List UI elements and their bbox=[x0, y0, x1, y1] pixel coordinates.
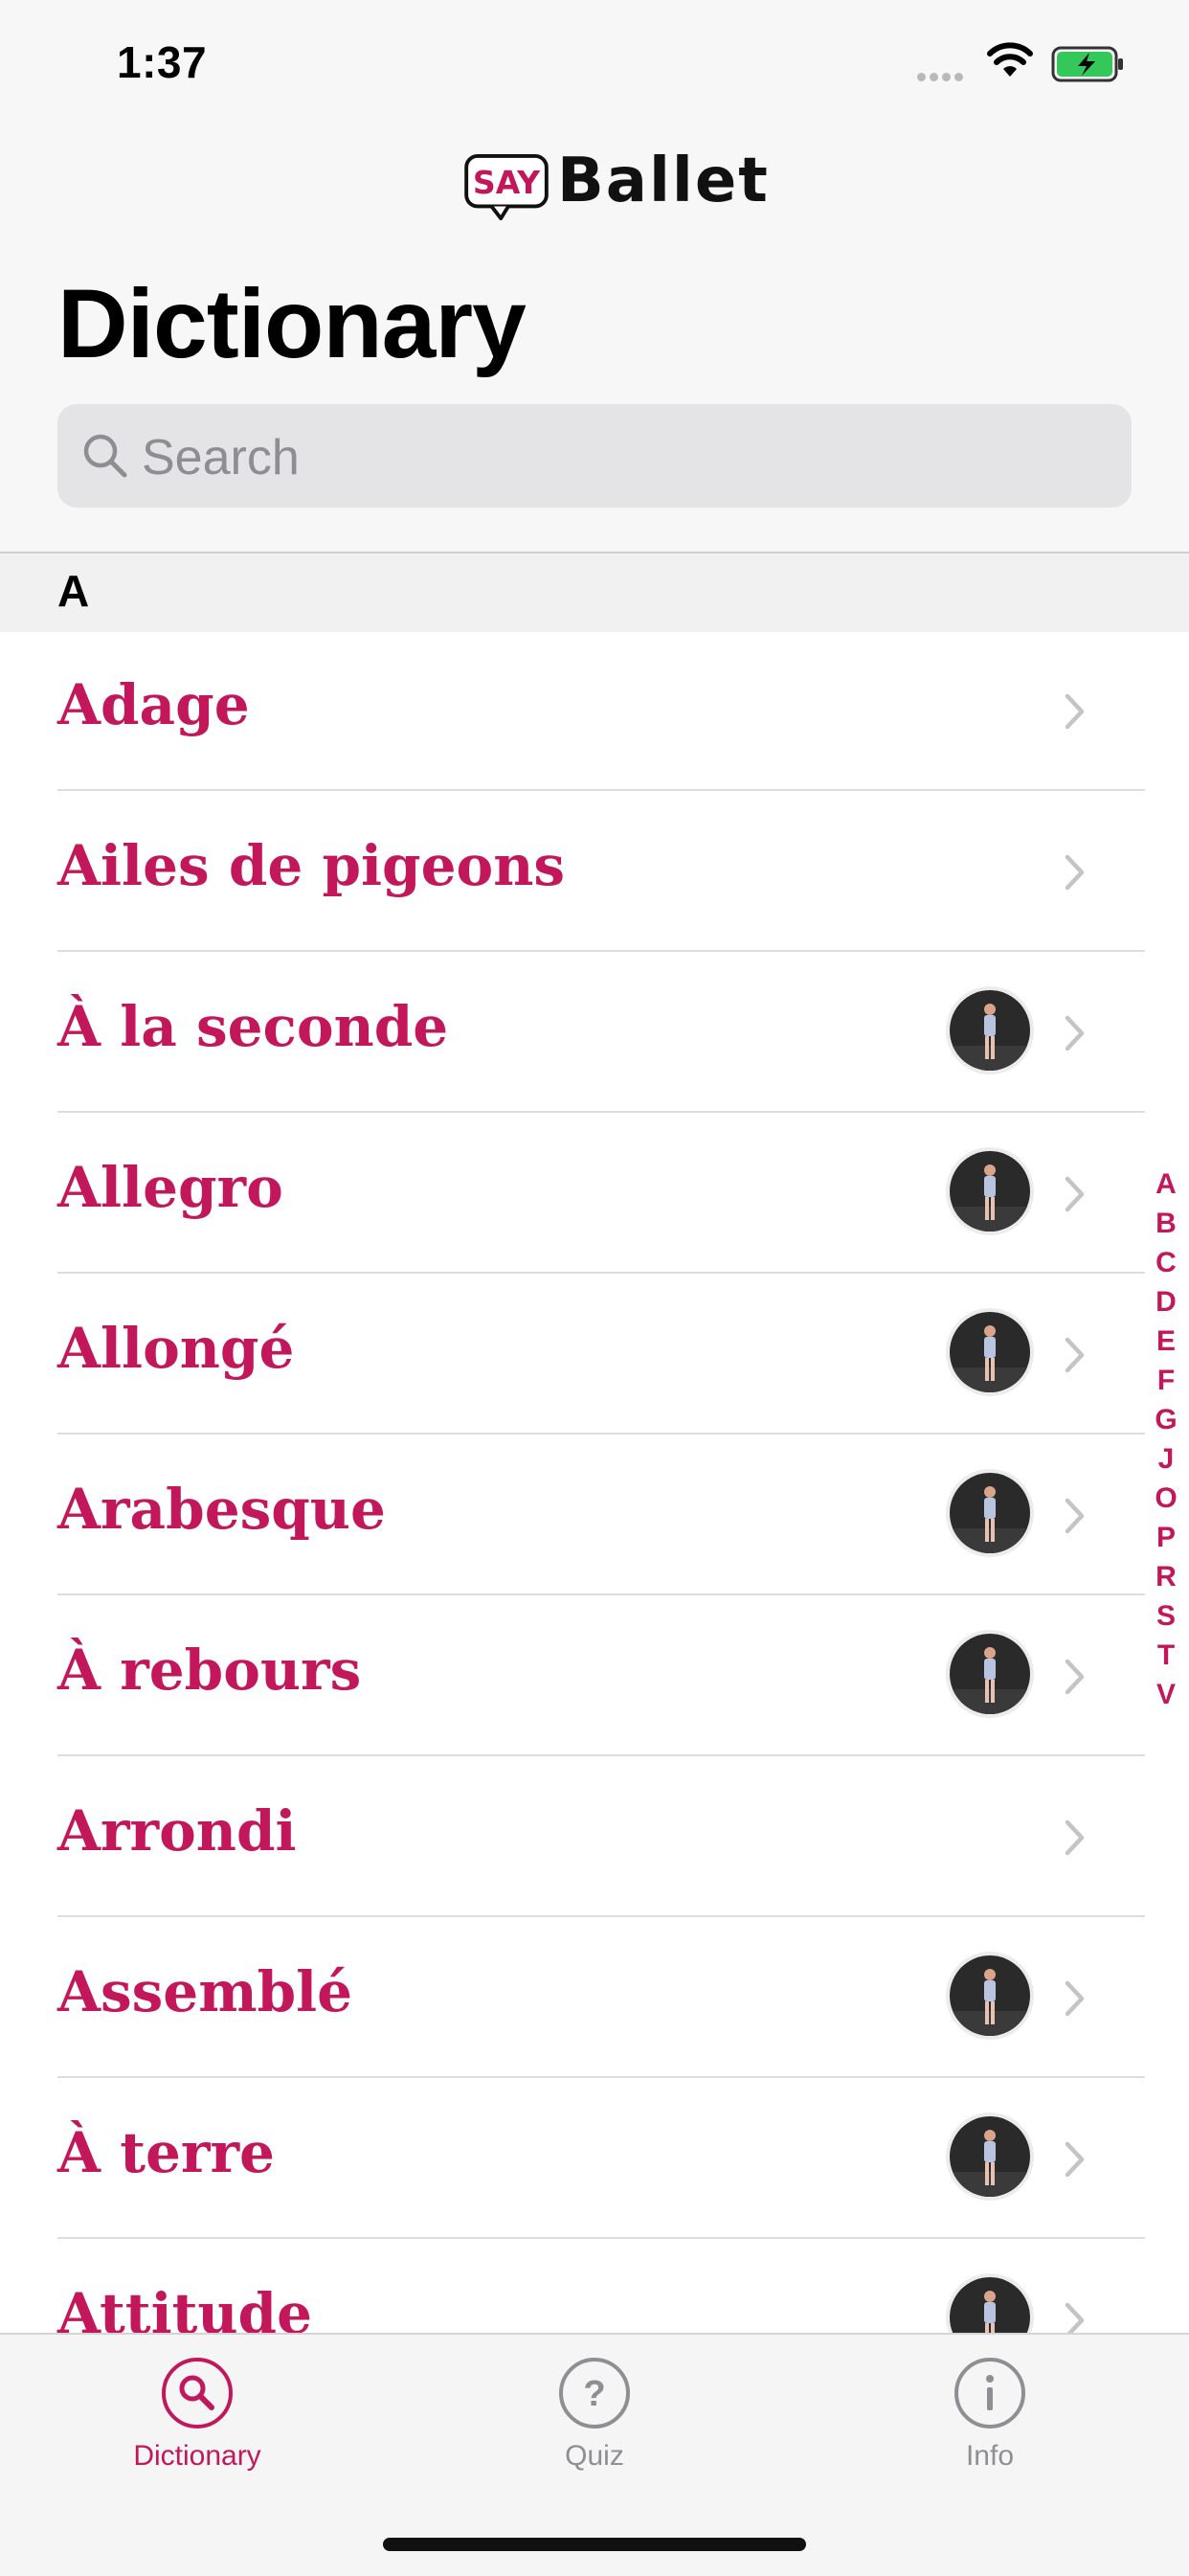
list-item[interactable]: À la seconde bbox=[0, 952, 1189, 1113]
list-item[interactable]: Allongé bbox=[0, 1274, 1189, 1435]
entry-label: Allongé bbox=[57, 1316, 295, 1381]
chevron-right-icon bbox=[1065, 1819, 1085, 1856]
svg-text:SAY: SAY bbox=[473, 164, 541, 201]
chevron-right-icon bbox=[1065, 1498, 1085, 1534]
list-item[interactable]: Adage bbox=[0, 630, 1189, 791]
dancer-thumbnail bbox=[950, 1473, 1030, 1553]
tab-label: Quiz bbox=[565, 2440, 624, 2472]
index-letter[interactable]: V bbox=[1156, 1675, 1176, 1714]
info-icon bbox=[954, 2358, 1025, 2429]
chevron-right-icon bbox=[1065, 1015, 1085, 1051]
index-letter[interactable]: G bbox=[1155, 1400, 1177, 1439]
section-letter: A bbox=[57, 566, 90, 616]
index-letter[interactable]: J bbox=[1158, 1439, 1175, 1479]
entry-label: Ailes de pigeons bbox=[57, 833, 566, 898]
index-letter[interactable]: T bbox=[1157, 1636, 1175, 1675]
tab-dictionary[interactable]: Dictionary bbox=[82, 2356, 312, 2473]
status-time: 1:37 bbox=[117, 37, 208, 87]
index-letter[interactable]: C bbox=[1155, 1243, 1177, 1282]
index-letter[interactable]: S bbox=[1156, 1596, 1176, 1636]
home-indicator bbox=[383, 2538, 806, 2551]
dancer-thumbnail bbox=[950, 2116, 1030, 2197]
tab-quiz[interactable]: ? Quiz bbox=[480, 2356, 709, 2473]
chevron-right-icon bbox=[1065, 1980, 1085, 2017]
entry-label: Arabesque bbox=[57, 1477, 386, 1542]
page-title: Dictionary bbox=[57, 269, 527, 378]
list-item[interactable]: À terre bbox=[0, 2078, 1189, 2239]
entry-label: À terre bbox=[57, 2120, 275, 2185]
chevron-right-icon bbox=[1065, 1337, 1085, 1373]
list-item[interactable]: À rebours bbox=[0, 1595, 1189, 1756]
dancer-thumbnail bbox=[950, 1634, 1030, 1714]
chevron-right-icon bbox=[1065, 693, 1085, 730]
index-letter[interactable]: A bbox=[1155, 1164, 1177, 1204]
dancer-thumbnail bbox=[950, 1955, 1030, 2036]
entry-label: Adage bbox=[57, 672, 250, 737]
entry-label: À la seconde bbox=[57, 994, 449, 1059]
index-letter[interactable]: B bbox=[1155, 1204, 1177, 1243]
cellular-signal-icon bbox=[917, 69, 967, 86]
tab-label: Info bbox=[965, 2440, 1015, 2472]
question-icon: ? bbox=[559, 2358, 630, 2429]
index-letter[interactable]: E bbox=[1156, 1322, 1176, 1361]
chevron-right-icon bbox=[1065, 1176, 1085, 1212]
list-item[interactable]: Arrondi bbox=[0, 1756, 1189, 1917]
battery-charging-icon bbox=[1051, 46, 1123, 82]
tab-label: Dictionary bbox=[133, 2440, 261, 2472]
wifi-icon bbox=[987, 42, 1033, 77]
app-logo-text: Ballet bbox=[557, 146, 770, 216]
svg-text:?: ? bbox=[583, 2374, 605, 2414]
tab-info[interactable]: Info bbox=[875, 2356, 1105, 2473]
index-letter[interactable]: P bbox=[1156, 1518, 1176, 1557]
section-header: A bbox=[0, 552, 1189, 632]
search-placeholder: Search bbox=[142, 430, 300, 486]
chevron-right-icon bbox=[1065, 854, 1085, 891]
index-letter[interactable]: D bbox=[1155, 1282, 1177, 1322]
list-item[interactable]: Allegro bbox=[0, 1113, 1189, 1274]
list-item[interactable]: Arabesque bbox=[0, 1435, 1189, 1595]
index-letter[interactable]: F bbox=[1157, 1361, 1175, 1400]
search-icon bbox=[162, 2358, 233, 2429]
list-item[interactable]: Ailes de pigeons bbox=[0, 791, 1189, 952]
search-icon bbox=[83, 434, 127, 478]
entry-label: Arrondi bbox=[57, 1798, 297, 1864]
dancer-thumbnail bbox=[950, 1151, 1030, 1232]
entry-label: Allegro bbox=[57, 1155, 283, 1220]
entry-label: Assemblé bbox=[57, 1959, 353, 2024]
chevron-right-icon bbox=[1065, 2141, 1085, 2178]
search-field[interactable]: Search bbox=[57, 404, 1132, 508]
chevron-right-icon bbox=[1065, 1659, 1085, 1695]
entry-label: À rebours bbox=[57, 1638, 362, 1703]
dancer-thumbnail bbox=[950, 990, 1030, 1071]
dancer-thumbnail bbox=[950, 1312, 1030, 1392]
section-index[interactable]: A B C D E F G J O P R S T V bbox=[1149, 1164, 1183, 1714]
list-item[interactable]: Assemblé bbox=[0, 1917, 1189, 2078]
app-logo-badge: SAY bbox=[464, 153, 549, 221]
index-letter[interactable]: R bbox=[1155, 1557, 1177, 1596]
index-letter[interactable]: O bbox=[1155, 1479, 1177, 1518]
